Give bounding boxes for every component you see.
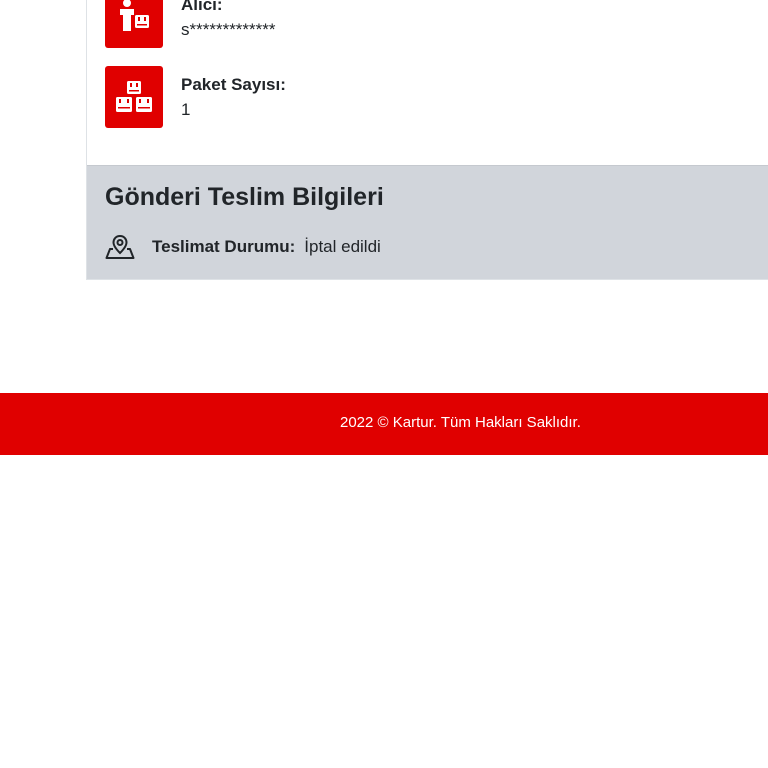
delivery-info-section: Gönderi Teslim Bilgileri Teslimat Durumu… xyxy=(87,165,768,279)
package-count-row: Paket Sayısı: 1 xyxy=(105,66,286,128)
packages-icon xyxy=(105,66,163,128)
page: Alıcı: s************* Paket Sayısı: 1 Gö… xyxy=(0,0,768,768)
delivery-status-value: İptal edildi xyxy=(304,237,381,256)
recipient-label: Alıcı: xyxy=(181,0,223,14)
package-count-info: Paket Sayısı: 1 xyxy=(181,66,286,122)
delivery-status-row: Teslimat Durumu: İptal edildi xyxy=(105,234,381,260)
package-count-label: Paket Sayısı: xyxy=(181,75,286,94)
footer-copyright: 2022 © Kartur. Tüm Hakları Saklıdır. xyxy=(340,414,581,431)
recipient-info: Alıcı: s************* xyxy=(181,0,276,42)
package-count-value: 1 xyxy=(181,100,191,119)
delivery-info-title: Gönderi Teslim Bilgileri xyxy=(105,183,384,211)
recipient-package-icon xyxy=(105,0,163,48)
shipment-card: Alıcı: s************* Paket Sayısı: 1 Gö… xyxy=(86,0,768,280)
recipient-row: Alıcı: s************* xyxy=(105,0,276,48)
footer: 2022 © Kartur. Tüm Hakları Saklıdır. xyxy=(0,393,768,455)
recipient-value: s************* xyxy=(181,20,276,39)
map-pin-icon xyxy=(105,234,135,260)
delivery-status-label: Teslimat Durumu: xyxy=(152,237,296,256)
